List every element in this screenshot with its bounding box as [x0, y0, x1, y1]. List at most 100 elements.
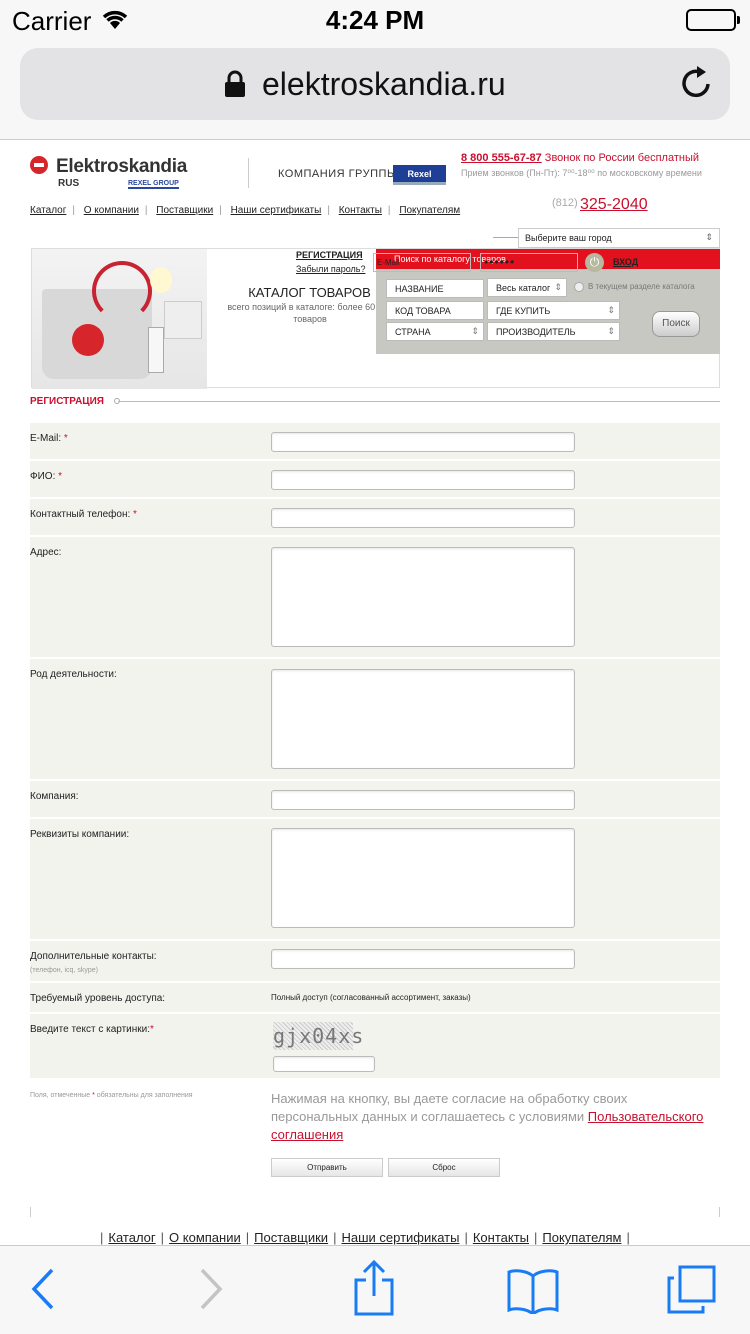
- footer-catalog[interactable]: Каталог: [108, 1230, 155, 1245]
- address-label: Адрес:: [30, 547, 62, 558]
- browser-toolbar: [0, 1245, 750, 1334]
- submit-button[interactable]: Отправить: [271, 1158, 383, 1177]
- search-button[interactable]: Поиск: [652, 311, 700, 337]
- fio-row: ФИО: *: [30, 461, 720, 499]
- login-password-input[interactable]: ••••••: [480, 253, 578, 272]
- extra-contacts-row: Дополнительные контакты: (телефон, icq, …: [30, 941, 720, 983]
- captcha-image: gjx04xs: [273, 1022, 365, 1050]
- footer-rule: [30, 1207, 720, 1217]
- chevron-down-icon: ⇕: [471, 326, 479, 336]
- email-field[interactable]: [271, 432, 575, 452]
- captcha-row: Введите текст с картинки:* gjx04xs: [30, 1014, 720, 1080]
- call-hours: Прием звонков (Пн-Пт): 7⁰⁰-18⁰⁰ по моско…: [461, 168, 702, 178]
- manufacturer-select[interactable]: ПРОИЗВОДИТЕЛЬ ⇕: [487, 322, 620, 341]
- footer-customers[interactable]: Покупателям: [542, 1230, 621, 1245]
- logo-region: RUS: [58, 178, 80, 189]
- address-row: Адрес:: [30, 537, 720, 659]
- requisites-label: Реквизиты компании:: [30, 829, 130, 840]
- web-page: Elektroskandia RUS REXEL GROUP КОМПАНИЯ …: [0, 140, 750, 1245]
- hotline-number[interactable]: 8 800 555-67-87: [461, 152, 542, 164]
- brand-logo-icon[interactable]: [30, 156, 48, 174]
- bookmarks-icon[interactable]: [506, 1268, 560, 1319]
- consent-text: Нажимая на кнопку, вы даете согласие на …: [271, 1091, 704, 1142]
- city-select[interactable]: Выберите ваш город ⇕: [518, 228, 720, 248]
- chevron-down-icon: ⇕: [607, 305, 615, 315]
- captcha-label: Введите текст с картинки:*: [30, 1024, 154, 1035]
- phone-row: Контактный телефон: *: [30, 499, 720, 537]
- company-field[interactable]: [271, 790, 575, 810]
- access-label: Требуемый уровень доступа:: [30, 993, 166, 1004]
- phone-label: Контактный телефон: *: [30, 509, 137, 520]
- reset-button[interactable]: Сброс: [388, 1158, 500, 1177]
- nav-certificates[interactable]: Наши сертификаты: [231, 205, 322, 216]
- extra-contacts-label: Дополнительные контакты:: [30, 951, 157, 962]
- title-rule: [118, 401, 720, 402]
- activity-row: Род деятельности:: [30, 659, 720, 781]
- clock: 4:24 PM: [325, 5, 425, 35]
- registration-title: РЕГИСТРАЦИЯ: [30, 396, 104, 407]
- nav-about[interactable]: О компании: [84, 205, 139, 216]
- company-group-label: КОМПАНИЯ ГРУППЫ: [278, 168, 398, 180]
- footer-certificates[interactable]: Наши сертификаты: [341, 1230, 459, 1245]
- browser-header: elektroskandia.ru: [0, 40, 750, 140]
- forgot-password-link[interactable]: Забыли пароль?: [296, 264, 365, 274]
- tabs-icon[interactable]: [666, 1264, 718, 1321]
- chevron-down-icon: ⇕: [705, 232, 713, 242]
- access-value: Полный доступ (согласованный ассортимент…: [271, 993, 471, 1002]
- reload-icon[interactable]: [680, 64, 714, 105]
- search-code-field[interactable]: КОД ТОВАРА: [386, 301, 484, 320]
- address-bar[interactable]: elektroskandia.ru: [20, 48, 730, 120]
- activity-label: Род деятельности:: [30, 669, 117, 680]
- lock-icon: [224, 70, 246, 103]
- rexel-logo[interactable]: Rexel: [393, 165, 446, 185]
- back-icon[interactable]: [28, 1266, 58, 1317]
- email-label: E-Mail: *: [30, 433, 68, 444]
- status-bar: Carrier 4:24 PM: [0, 0, 750, 40]
- nav-suppliers[interactable]: Поставщики: [156, 205, 213, 216]
- hotline-note: Звонок по России бесплатный: [544, 152, 699, 164]
- logo-name[interactable]: Elektroskandia: [56, 156, 187, 178]
- register-link[interactable]: РЕГИСТРАЦИЯ: [296, 250, 363, 260]
- spb-phone[interactable]: 325-2040: [580, 196, 648, 214]
- city-divider: [493, 237, 518, 238]
- footer-nav: | Каталог | О компании | Поставщики | Наши серт…: [100, 1230, 630, 1245]
- activity-textarea[interactable]: [271, 669, 575, 769]
- power-icon[interactable]: ⏻: [585, 253, 604, 272]
- search-scope-select[interactable]: Весь каталог ⇕: [487, 278, 567, 297]
- current-section-radio[interactable]: [574, 282, 584, 292]
- top-nav: Каталог | О компании | Поставщики | Наши се…: [30, 205, 461, 216]
- address-textarea[interactable]: [271, 547, 575, 647]
- footer-about[interactable]: О компании: [169, 1230, 241, 1245]
- company-label: Компания:: [30, 791, 79, 802]
- catalog-title: КАТАЛОГ ТОВАРОВ: [248, 285, 371, 300]
- extra-contacts-field[interactable]: [271, 949, 575, 969]
- current-section-label: В текущем разделе каталога: [588, 282, 695, 291]
- requisites-row: Реквизиты компании:: [30, 819, 720, 941]
- login-email-input[interactable]: E-Mail: [373, 253, 471, 272]
- share-icon[interactable]: [352, 1259, 396, 1321]
- phone-field[interactable]: [271, 508, 575, 528]
- nav-contacts[interactable]: Контакты: [339, 205, 382, 216]
- battery-icon: [686, 9, 740, 31]
- logo-group: REXEL GROUP: [128, 180, 179, 189]
- footer-contacts[interactable]: Контакты: [473, 1230, 529, 1245]
- search-name-field[interactable]: НАЗВАНИЕ: [386, 279, 484, 298]
- city-select-value: Выберите ваш город: [525, 233, 612, 243]
- catalog-image: [32, 249, 207, 389]
- chevron-down-icon: ⇕: [607, 326, 615, 336]
- nav-customers[interactable]: Покупателям: [399, 205, 460, 216]
- country-select[interactable]: СТРАНА ⇕: [386, 322, 484, 341]
- where-to-buy-select[interactable]: ГДЕ КУПИТЬ ⇕: [487, 301, 620, 320]
- login-link[interactable]: ВХОД: [613, 257, 638, 267]
- nav-catalog[interactable]: Каталог: [30, 205, 66, 216]
- captcha-field[interactable]: [273, 1056, 375, 1072]
- footer-suppliers[interactable]: Поставщики: [254, 1230, 328, 1245]
- email-row: E-Mail: *: [30, 423, 720, 461]
- chevron-down-icon: ⇕: [554, 282, 562, 292]
- fio-label: ФИО: *: [30, 471, 63, 482]
- header-divider: [248, 158, 249, 188]
- forward-icon[interactable]: [196, 1266, 226, 1317]
- requisites-textarea[interactable]: [271, 828, 575, 928]
- url-text: elektroskandia.ru: [262, 66, 506, 102]
- fio-field[interactable]: [271, 470, 575, 490]
